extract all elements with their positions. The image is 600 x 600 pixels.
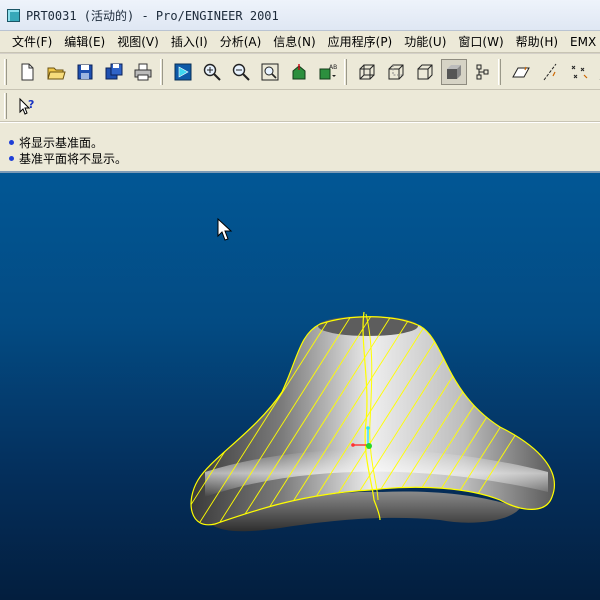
datum-axes-icon [543, 63, 556, 81]
zoom-out-button[interactable] [228, 59, 254, 85]
title-bar: PRT0031 (活动的) - Pro/ENGINEER 2001 [0, 0, 600, 31]
message-text: 将显示基准面。 [19, 135, 104, 150]
new-icon [21, 63, 33, 81]
hidden-line-button[interactable] [383, 59, 409, 85]
new-button[interactable] [14, 59, 40, 85]
menu-file[interactable]: 文件(F) [0, 31, 58, 52]
file-toolbar-group [0, 56, 157, 88]
view-toolbar-group: AB [156, 56, 342, 88]
graphics-viewport[interactable] [0, 171, 600, 600]
print-button[interactable] [130, 59, 156, 85]
datum-toolbar-group [494, 56, 600, 88]
model-tree-button[interactable] [470, 59, 496, 85]
wireframe-icon [359, 64, 374, 80]
message-bullet-icon [9, 155, 14, 161]
menu-insert[interactable]: 插入(I) [165, 31, 214, 52]
mouse-cursor-icon [217, 217, 233, 241]
repaint-button[interactable] [170, 59, 196, 85]
svg-text:AB: AB [329, 64, 337, 71]
svg-text:?: ? [28, 98, 34, 111]
orient-button[interactable] [286, 59, 312, 85]
menu-utilities[interactable]: 功能(U) [398, 31, 452, 52]
window-title: PRT0031 (活动的) - Pro/ENGINEER 2001 [26, 8, 279, 23]
context-help-button[interactable]: ? [14, 93, 40, 119]
open-icon [46, 67, 66, 80]
zoom-out-icon [232, 63, 250, 81]
hidden-line-icon [388, 64, 403, 80]
datum-points-button[interactable] [566, 59, 592, 85]
menu-applications[interactable]: 应用程序(P) [322, 31, 399, 52]
message-area: 将显示基准面。 基准平面将不显示。 [0, 122, 600, 171]
help-toolbar-group: ? [0, 91, 41, 121]
model-tree-icon [476, 64, 488, 80]
menu-emx[interactable]: EMX [564, 31, 600, 52]
save-button[interactable] [72, 59, 98, 85]
open-button[interactable] [43, 59, 69, 85]
menu-view[interactable]: 视图(V) [111, 31, 165, 52]
zoom-in-icon [203, 63, 221, 81]
shading-icon [446, 65, 461, 79]
message-text: 基准平面将不显示。 [19, 151, 128, 166]
menu-edit[interactable]: 编辑(E) [58, 31, 111, 52]
toolbar-grip[interactable] [344, 59, 347, 85]
datum-planes-button[interactable] [508, 59, 534, 85]
menu-bar: 文件(F) 编辑(E) 视图(V) 插入(I) 分析(A) 信息(N) 应用程序… [0, 31, 600, 53]
coordinate-systems-button[interactable] [595, 59, 600, 85]
datum-planes-icon [511, 66, 530, 78]
toolbar-grip[interactable] [4, 59, 7, 85]
refit-icon [261, 63, 278, 81]
message-line: 将显示基准面。 [9, 134, 600, 150]
toolbar-grip[interactable] [4, 93, 7, 119]
toolbar-grip[interactable] [498, 59, 501, 85]
no-hidden-button[interactable] [412, 59, 438, 85]
orient-icon [292, 64, 305, 80]
menu-window[interactable]: 窗口(W) [452, 31, 509, 52]
main-toolbar: AB [0, 54, 600, 90]
model-canvas[interactable] [0, 173, 600, 600]
toolbar-grip[interactable] [160, 59, 163, 85]
secondary-toolbar: ? [0, 90, 600, 122]
zoom-in-button[interactable] [199, 59, 225, 85]
print-icon [134, 63, 151, 81]
display-toolbar-group [340, 56, 497, 88]
menu-help[interactable]: 帮助(H) [510, 31, 564, 52]
datum-points-icon [571, 65, 587, 79]
message-line: 基准平面将不显示。 [9, 150, 600, 166]
saved-views-icon: AB [319, 64, 337, 80]
no-hidden-icon [417, 64, 432, 80]
message-bullet-icon [9, 139, 14, 145]
save-copy-button[interactable] [101, 59, 127, 85]
menu-analysis[interactable]: 分析(A) [214, 31, 268, 52]
repaint-icon [174, 63, 191, 81]
context-help-icon: ? [19, 97, 34, 115]
shading-button[interactable] [440, 59, 467, 85]
saved-views-button[interactable]: AB [315, 59, 341, 85]
save-copy-icon [105, 63, 122, 80]
save-icon [77, 64, 92, 80]
app-icon[interactable] [7, 8, 20, 22]
wireframe-button[interactable] [354, 59, 380, 85]
datum-axes-button[interactable] [537, 59, 563, 85]
menu-info[interactable]: 信息(N) [267, 31, 321, 52]
refit-button[interactable] [257, 59, 283, 85]
